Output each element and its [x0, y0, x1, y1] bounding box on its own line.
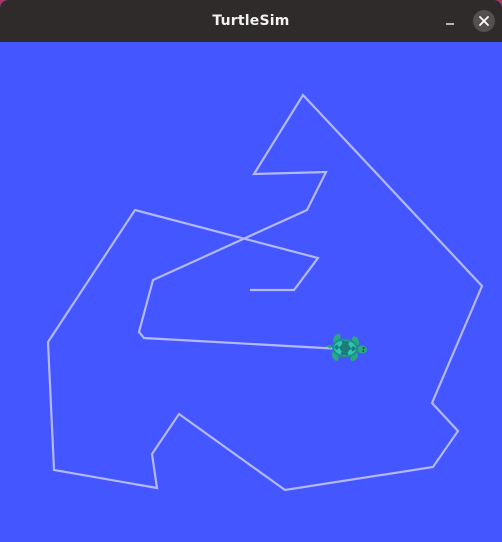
turtle-canvas	[0, 42, 502, 542]
minimize-icon	[446, 23, 454, 25]
close-icon	[479, 16, 489, 26]
canvas-drawing	[46, 93, 484, 492]
window-title: TurtleSim	[212, 13, 290, 29]
minimize-button[interactable]	[440, 11, 460, 31]
turtle-path	[46, 93, 484, 492]
turtlesim-window: TurtleSim	[0, 0, 502, 542]
turtle-icon	[325, 333, 367, 362]
window-titlebar[interactable]: TurtleSim	[0, 0, 502, 42]
close-button[interactable]	[473, 10, 495, 32]
